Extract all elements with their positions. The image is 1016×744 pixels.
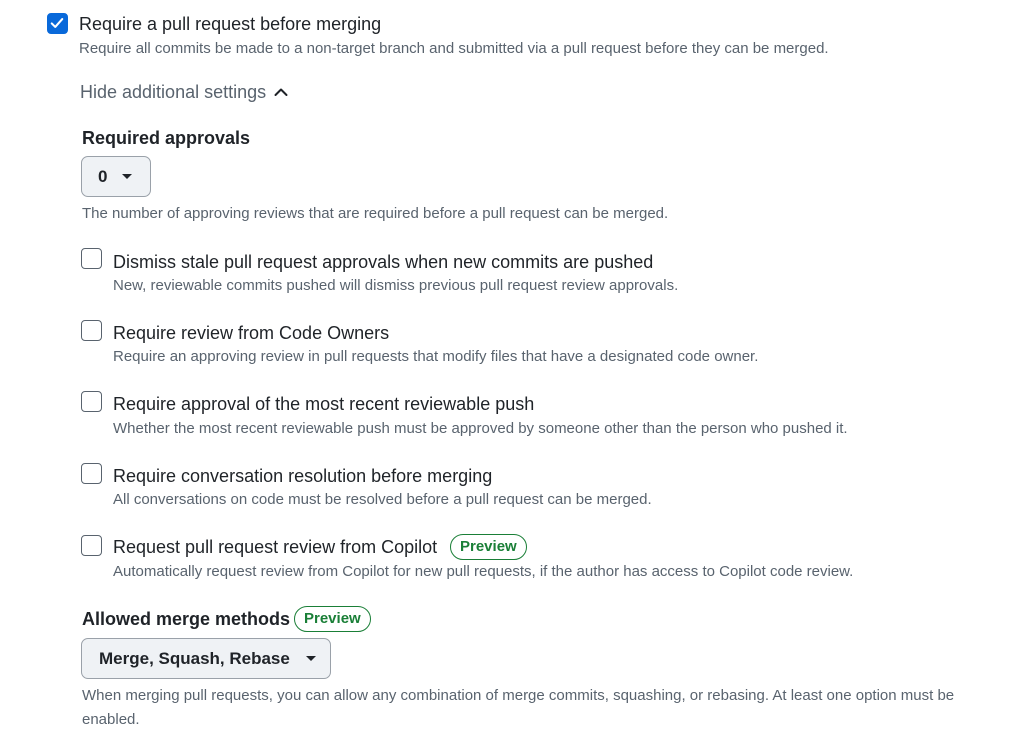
hide-additional-settings-toggle[interactable]: Hide additional settings <box>80 81 288 103</box>
chevron-up-icon <box>274 88 288 96</box>
required-approvals-heading: Required approvals <box>82 128 251 148</box>
required-approvals-value: 0 <box>98 166 108 186</box>
require-pr-checkbox[interactable] <box>47 13 68 34</box>
recent-push-approval-checkbox[interactable] <box>81 391 102 412</box>
toggle-label: Hide additional settings <box>80 82 267 102</box>
conversation-resolution-checkbox[interactable] <box>81 463 102 484</box>
code-owners-review-description: Require an approving review in pull requ… <box>113 348 759 365</box>
dismiss-stale-approvals-checkbox[interactable] <box>81 248 102 269</box>
copilot-preview-badge: Preview <box>450 534 527 560</box>
merge-methods-select[interactable]: Merge, Squash, Rebase <box>81 638 331 679</box>
conversation-resolution-title: Require conversation resolution before m… <box>113 466 493 486</box>
copilot-review-description: Automatically request review from Copilo… <box>113 563 854 580</box>
merge-methods-description-line2: enabled. <box>82 711 140 728</box>
merge-methods-heading: Allowed merge methods <box>82 609 291 629</box>
merge-methods-preview-badge: Preview <box>294 606 371 632</box>
check-icon <box>50 18 64 28</box>
caret-down-icon <box>122 174 133 179</box>
caret-down-icon <box>305 656 316 661</box>
recent-push-approval-title: Require approval of the most recent revi… <box>113 394 535 414</box>
dismiss-stale-approvals-title: Dismiss stale pull request approvals whe… <box>113 252 654 272</box>
code-owners-review-checkbox[interactable] <box>81 320 102 341</box>
recent-push-approval-description: Whether the most recent reviewable push … <box>113 420 848 437</box>
merge-methods-value: Merge, Squash, Rebase <box>99 648 290 668</box>
require-pr-title: Require a pull request before merging <box>79 14 382 34</box>
code-owners-review-title: Require review from Code Owners <box>113 323 390 343</box>
dismiss-stale-approvals-description: New, reviewable commits pushed will dism… <box>113 277 679 294</box>
copilot-review-title: Request pull request review from Copilot <box>113 537 438 557</box>
conversation-resolution-description: All conversations on code must be resolv… <box>113 491 652 508</box>
merge-methods-description-line1: When merging pull requests, you can allo… <box>82 687 955 704</box>
require-pr-description: Require all commits be made to a non-tar… <box>79 40 829 57</box>
copilot-review-checkbox[interactable] <box>81 535 102 556</box>
required-approvals-select[interactable]: 0 <box>81 156 151 197</box>
required-approvals-description: The number of approving reviews that are… <box>82 205 669 222</box>
